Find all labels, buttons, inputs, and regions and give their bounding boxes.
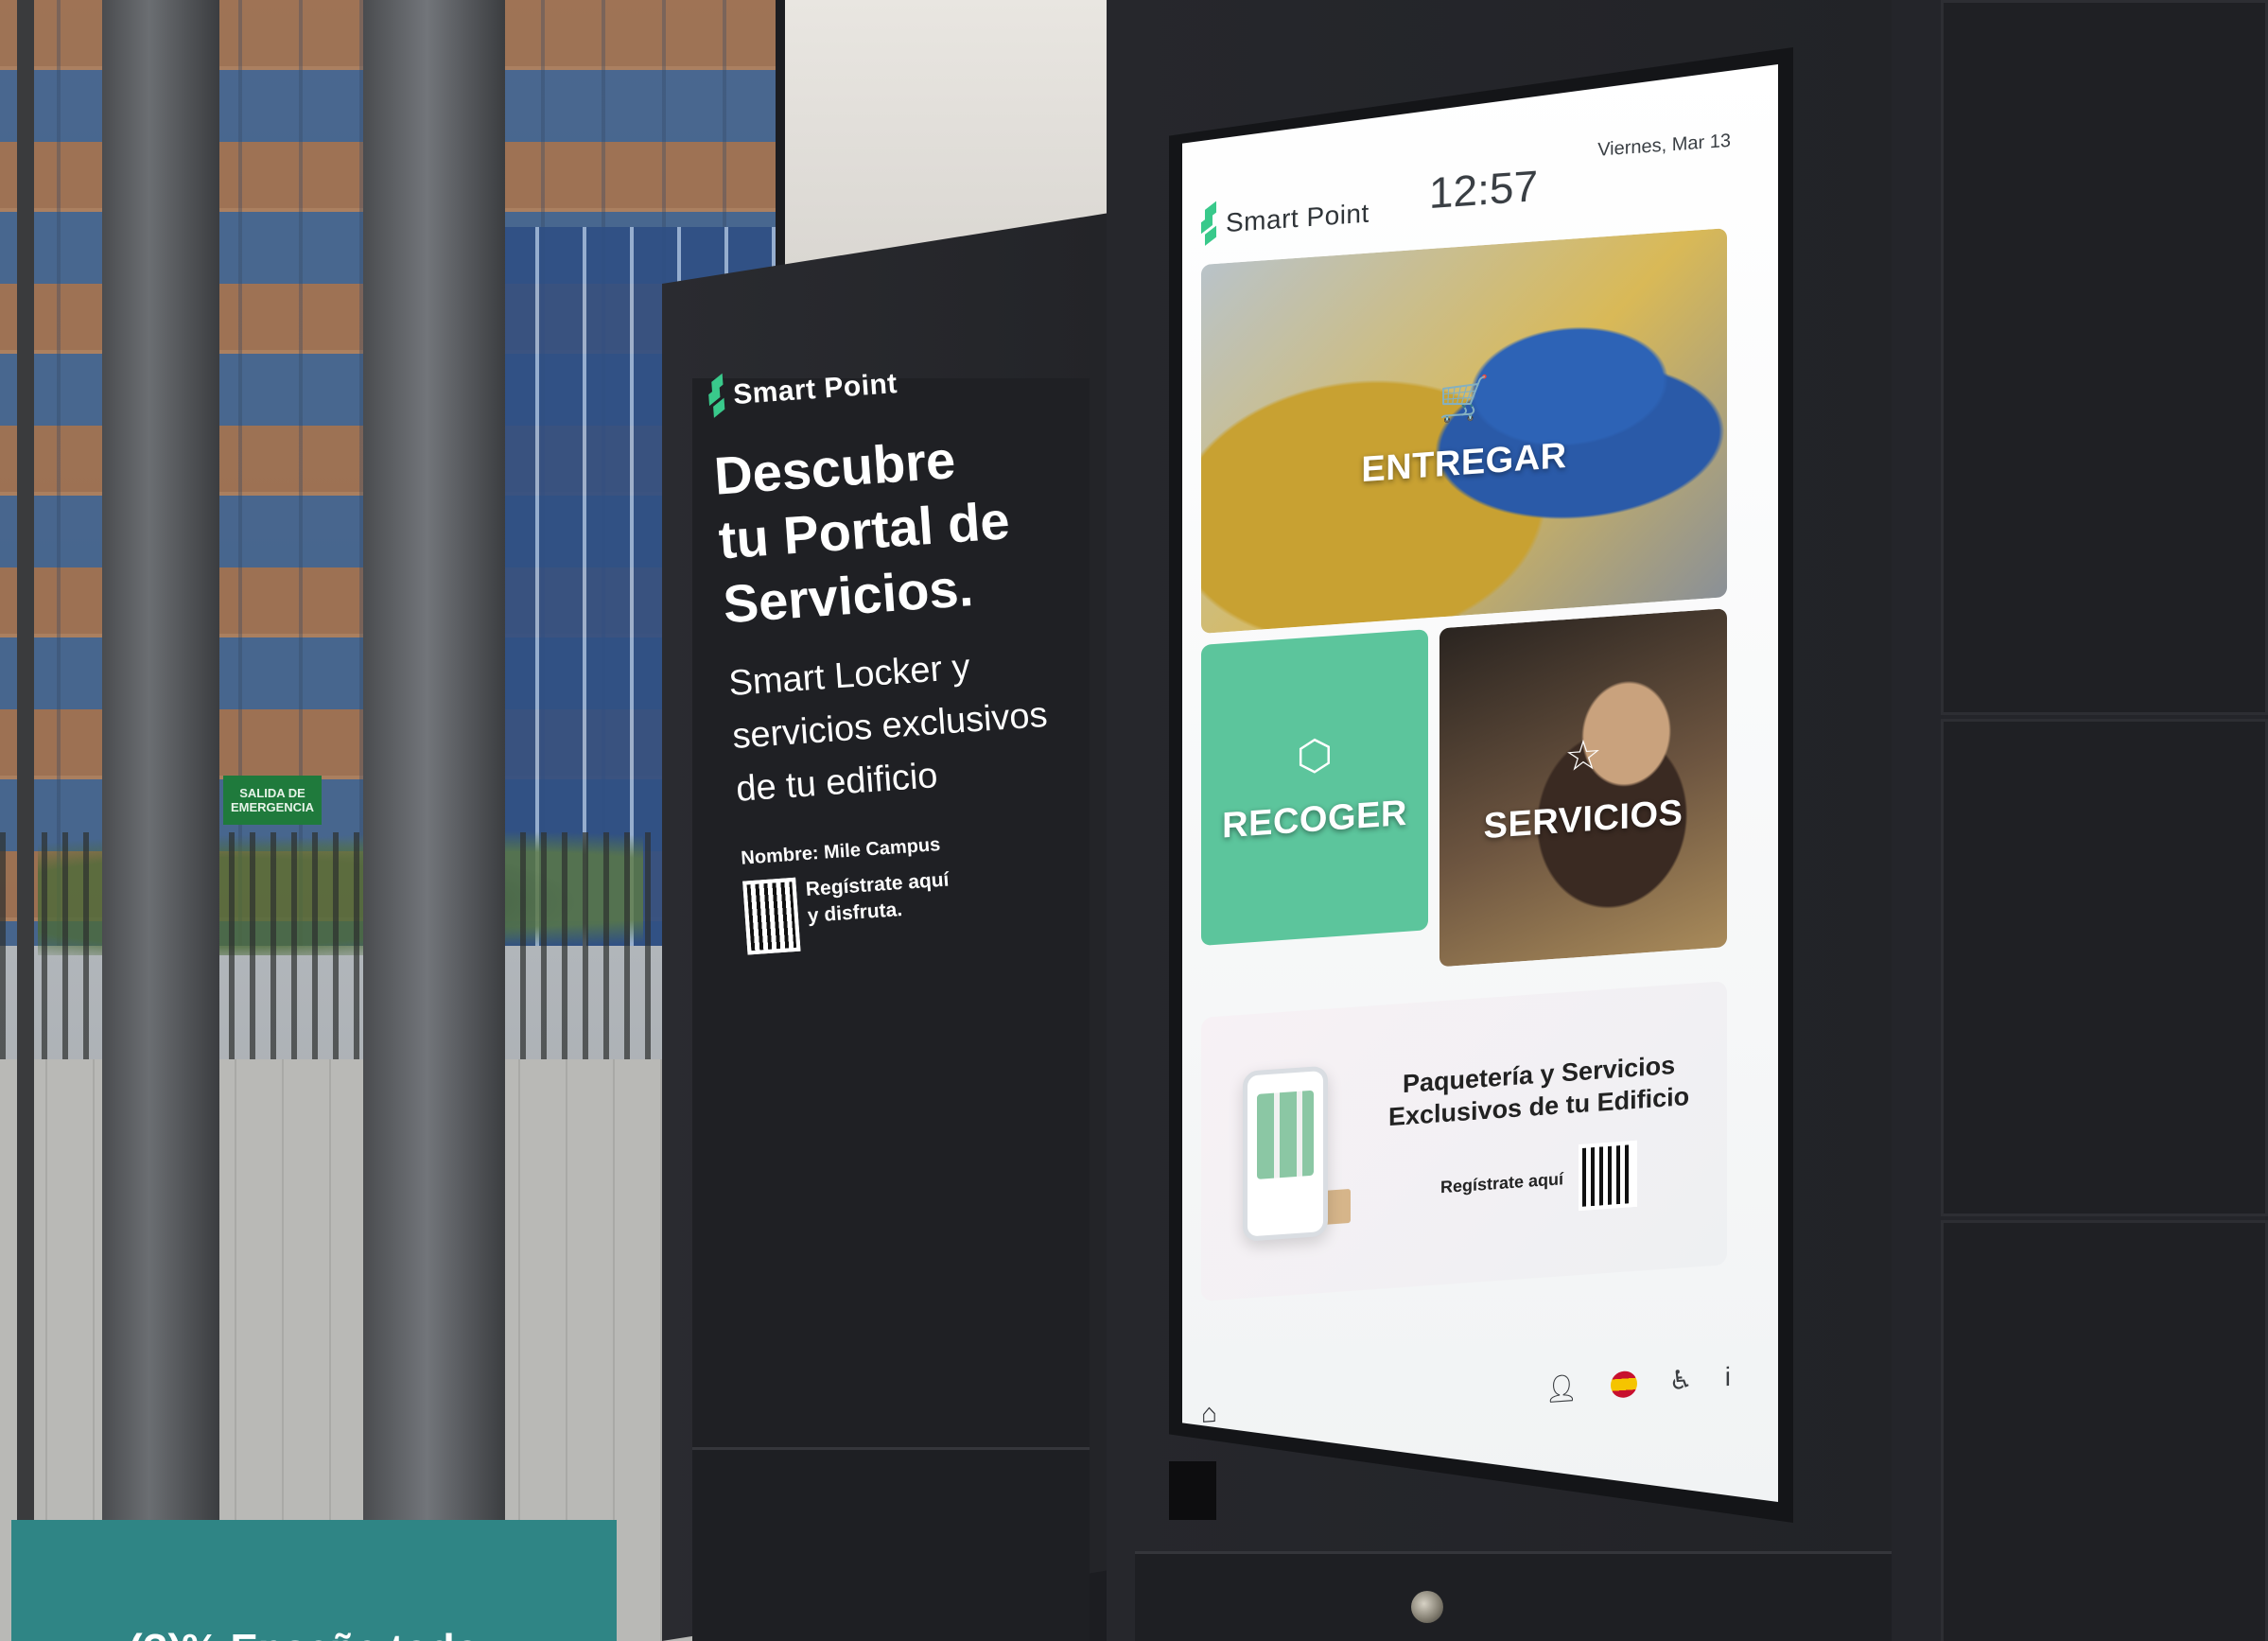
kiosk-screen: Smart Point 12:57 Viernes, Mar 13 🛒 ENTR…: [1182, 64, 1778, 1502]
kiosk-brand-name: Smart Point: [1226, 198, 1370, 238]
qr-code[interactable]: [1579, 1140, 1638, 1212]
emergency-exit-sign: SALIDA DE EMERGENCIA: [223, 776, 322, 825]
camera-sensor: [1169, 1461, 1216, 1520]
servicios-tile[interactable]: ☆ SERVICIOS: [1439, 608, 1727, 968]
entregar-label: ENTREGAR: [1361, 435, 1567, 490]
brand-name: Smart Point: [732, 368, 898, 411]
clock: 12:57: [1428, 161, 1539, 218]
window-column: [102, 0, 219, 1641]
recoger-label: RECOGER: [1222, 793, 1407, 846]
locker-column-right: [1892, 0, 2268, 1641]
smart-point-logo-icon: [707, 373, 725, 418]
qr-code[interactable]: [742, 877, 801, 955]
footer-controls: 👤︎ ♿︎ i: [1544, 1361, 1731, 1405]
spain-flag-icon[interactable]: [1610, 1370, 1637, 1399]
kiosk-ui: Smart Point 12:57 Viernes, Mar 13 🛒 ENTR…: [1201, 103, 1731, 1428]
ad-headline: Descubre tu Portal de Servicios.: [712, 429, 1012, 635]
locker-door: [1941, 719, 2268, 1216]
accessibility-icon[interactable]: ♿︎: [1669, 1364, 1693, 1397]
promo-register-text: Regístrate aquí: [1440, 1168, 1564, 1196]
promo-banner[interactable]: Paquetería y Servicios Exclusivos de tu …: [1201, 981, 1727, 1301]
promo-title: Paquetería y Servicios Exclusivos de tu …: [1388, 1050, 1690, 1132]
entregar-tile[interactable]: 🛒 ENTREGAR: [1201, 228, 1727, 634]
caption-text: (?)% Enseñe todo...: [129, 1626, 515, 1641]
servicios-label: SERVICIOS: [1483, 792, 1684, 847]
ad-subtext: Smart Locker y servicios exclusivos de t…: [727, 647, 1049, 810]
info-icon[interactable]: i: [1725, 1361, 1731, 1391]
locker-door: [692, 1447, 1090, 1641]
lock-knob: [1411, 1591, 1443, 1623]
date: Viernes, Mar 13: [1597, 130, 1731, 161]
window-frame: [17, 0, 34, 1641]
caption-box: (?)% Enseñe todo...: [11, 1520, 617, 1641]
star-icon: ☆: [1564, 730, 1602, 780]
window-column: [363, 0, 505, 1641]
recoger-tile[interactable]: ⬡ RECOGER: [1201, 629, 1428, 946]
smart-point-logo-icon: [1201, 201, 1216, 246]
register-text: Regístrate aquí y disfruta.: [805, 868, 951, 927]
home-icon[interactable]: ⌂: [1201, 1397, 1217, 1428]
package-icon: ⬡: [1296, 730, 1334, 780]
delivery-cart-icon: 🛒: [1438, 374, 1491, 424]
photo-scene: SALIDA DE EMERGENCIA Smart Point Descubre…: [0, 0, 2268, 1641]
promo-register-row: Regístrate aquí: [1388, 1137, 1689, 1224]
person-icon[interactable]: 👤︎: [1544, 1371, 1579, 1405]
locker-door: [1941, 1220, 2268, 1641]
locker-door: [1135, 1551, 1892, 1641]
kiosk-footer: ⌂ 👤︎ ♿︎ i: [1201, 1361, 1731, 1429]
promo-text: Paquetería y Servicios Exclusivos de tu …: [1388, 1048, 1689, 1224]
tile-row: ⬡ RECOGER ☆ SERVICIOS: [1201, 608, 1731, 984]
side-panel-ad: Smart Point Descubre tu Portal de Servic…: [707, 355, 1088, 955]
phone-illustration: [1243, 1065, 1328, 1242]
kiosk-brand: Smart Point: [1201, 195, 1370, 246]
locker-door: [1941, 0, 2268, 715]
